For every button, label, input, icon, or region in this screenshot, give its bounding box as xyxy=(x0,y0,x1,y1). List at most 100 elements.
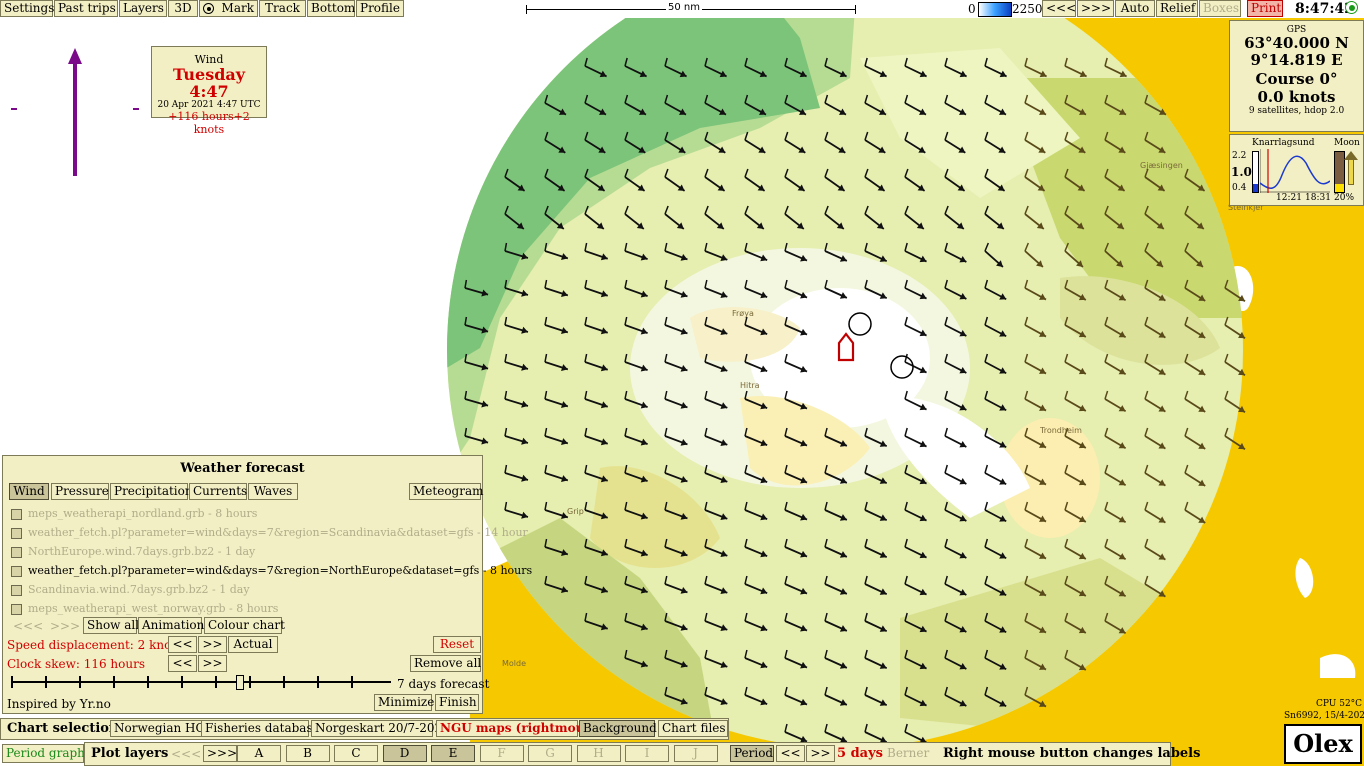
next-file-button[interactable]: >>> xyxy=(50,619,80,633)
layers-button[interactable]: Layers xyxy=(119,0,167,17)
plot-layers-bar: Plot layers <<< >>> ABCDEFGHIJ Period <<… xyxy=(84,742,1200,766)
slider-tick xyxy=(215,676,217,688)
layer-button-a[interactable]: A xyxy=(237,745,281,762)
file-checkbox[interactable] xyxy=(11,603,22,615)
gps-course: Course 0° xyxy=(1255,70,1338,88)
layer-button-d[interactable]: D xyxy=(382,745,427,762)
3d-button[interactable]: 3D xyxy=(168,0,198,17)
skew-decrease-button[interactable]: << xyxy=(168,655,197,672)
animation-button[interactable]: Animation xyxy=(138,617,204,634)
background-button[interactable]: Background xyxy=(579,720,657,737)
slider-handle[interactable] xyxy=(236,675,244,690)
forecast-file-item[interactable]: NorthEurope.wind.7days.grb.bz2 - 1 day xyxy=(11,542,481,561)
file-checkbox[interactable] xyxy=(11,565,22,577)
settings-button[interactable]: Settings xyxy=(0,0,54,17)
period-decrease-button[interactable]: << xyxy=(776,745,805,762)
layer-button-b[interactable]: B xyxy=(285,745,330,762)
past-trips-button[interactable]: Past trips xyxy=(54,0,118,17)
wind-time-box: Wind Tuesday 4:47 20 Apr 2021 4:47 UTC +… xyxy=(151,46,267,136)
profile-button[interactable]: Profile xyxy=(356,0,404,17)
tab-precipitation[interactable]: Precipitation xyxy=(110,483,193,500)
tide-bar xyxy=(1252,151,1259,193)
file-checkbox[interactable] xyxy=(11,508,22,520)
mark-button[interactable]: Mark xyxy=(199,0,258,17)
layer-button-f[interactable]: F xyxy=(479,745,524,762)
forecast-file-item[interactable]: Scandinavia.wind.7days.grb.bz2 - 1 day xyxy=(11,580,481,599)
tab-wind[interactable]: Wind xyxy=(9,483,49,500)
remove-all-button[interactable]: Remove all xyxy=(410,655,481,672)
show-all-button[interactable]: Show all xyxy=(83,617,139,634)
chart-selection-bar: Chart selection Norwegian HO Fisheries d… xyxy=(0,718,729,740)
file-checkbox[interactable] xyxy=(11,527,22,539)
file-name: weather_fetch.pl?parameter=wind&days=7&r… xyxy=(28,564,533,577)
colour-chart-button[interactable]: Colour chart xyxy=(204,617,285,634)
wind-time: Tuesday 4:47 xyxy=(172,65,246,101)
ngu-maps-button[interactable]: NGU maps (rightmouse!) xyxy=(436,720,610,737)
layer-button-h[interactable]: H xyxy=(576,745,621,762)
finish-button[interactable]: Finish xyxy=(435,694,479,711)
layer-button-g[interactable]: G xyxy=(528,745,572,762)
slider-tick xyxy=(11,676,13,688)
place-label: Frøya xyxy=(732,309,754,318)
meteogram-button[interactable]: Meteogram xyxy=(409,483,484,500)
norgeskart-button[interactable]: Norgeskart 20/7-2020 xyxy=(311,720,450,737)
layers-prev-button[interactable]: <<< xyxy=(171,747,201,761)
target-icon xyxy=(203,3,214,14)
period-graph-button[interactable]: Period graph xyxy=(2,744,85,763)
layer-button-i[interactable]: I xyxy=(625,745,669,762)
tide-min: 0.4 xyxy=(1232,183,1247,193)
chart-files-button[interactable]: Chart files xyxy=(658,720,728,737)
auto-button[interactable]: Auto xyxy=(1115,0,1155,17)
fisheries-database-button[interactable]: Fisheries database xyxy=(201,720,320,737)
place-label: Trondheim xyxy=(1039,426,1082,435)
reset-button[interactable]: Reset xyxy=(433,636,481,653)
actual-button[interactable]: Actual xyxy=(228,636,278,653)
tab-currents[interactable]: Currents xyxy=(189,483,247,500)
tide-curve xyxy=(1260,149,1330,193)
file-checkbox[interactable] xyxy=(11,584,22,596)
period-button[interactable]: Period xyxy=(730,745,774,762)
speed-decrease-button[interactable]: << xyxy=(168,636,197,653)
file-name: weather_fetch.pl?parameter=wind&days=7&r… xyxy=(28,526,528,539)
place-label: Hitra xyxy=(740,381,760,390)
slider-tick xyxy=(317,676,319,688)
berner-label[interactable]: Berner xyxy=(887,746,929,760)
gps-panel[interactable]: GPS 63°40.000 N 9°14.819 E Course 0° 0.0… xyxy=(1229,20,1364,132)
print-button[interactable]: Print xyxy=(1247,0,1283,17)
skew-increase-button[interactable]: >> xyxy=(198,655,227,672)
bottom-button[interactable]: Bottom xyxy=(307,0,355,17)
norwegian-ho-button[interactable]: Norwegian HO xyxy=(110,720,205,737)
place-label: Gjæsingen xyxy=(1140,161,1183,170)
logo-text: Olex xyxy=(1293,729,1353,758)
layer-button-e[interactable]: E xyxy=(431,745,475,762)
slider-tick xyxy=(283,676,285,688)
depth-prev-button[interactable]: <<< xyxy=(1042,0,1076,17)
forecast-file-item[interactable]: weather_fetch.pl?parameter=wind&days=7&r… xyxy=(11,561,532,580)
gps-satellites: 9 satellites, hdop 2.0 xyxy=(1248,106,1345,116)
relief-button[interactable]: Relief xyxy=(1156,0,1198,17)
plot-layers-title: Plot layers xyxy=(91,746,169,761)
forecast-file-item[interactable]: weather_fetch.pl?parameter=wind&days=7&r… xyxy=(11,523,528,542)
tab-waves[interactable]: Waves xyxy=(248,483,298,500)
tab-pressure[interactable]: Pressure xyxy=(51,483,109,500)
minimize-button[interactable]: Minimize xyxy=(374,694,434,711)
file-checkbox[interactable] xyxy=(11,546,22,558)
forecast-file-item[interactable]: meps_weatherapi_west_norway.grb - 8 hour… xyxy=(11,599,481,618)
boxes-button[interactable]: Boxes xyxy=(1199,0,1241,17)
period-increase-button[interactable]: >> xyxy=(806,745,835,762)
olex-logo: Olex xyxy=(1284,724,1362,764)
layer-button-j[interactable]: J xyxy=(673,745,718,762)
file-name: Scandinavia.wind.7days.grb.bz2 - 1 day xyxy=(28,583,250,596)
track-button[interactable]: Track xyxy=(259,0,306,17)
layers-next-button[interactable]: >>> xyxy=(203,745,237,762)
forecast-file-item[interactable]: meps_weatherapi_nordland.grb - 8 hours xyxy=(11,504,481,523)
wind-direction-indicator xyxy=(0,40,150,180)
speed-displacement: Speed displacement: 2 knots xyxy=(7,638,183,652)
prev-file-button[interactable]: <<< xyxy=(13,619,43,633)
depth-next-button[interactable]: >>> xyxy=(1077,0,1114,17)
depth-colour-scale[interactable] xyxy=(978,2,1012,17)
layer-button-c[interactable]: C xyxy=(334,745,378,762)
forecast-time-slider[interactable] xyxy=(11,674,391,690)
tide-panel[interactable]: Knarrlagsund Moon 2.2 1.0 0.4 12:21 18:3… xyxy=(1229,134,1364,206)
speed-increase-button[interactable]: >> xyxy=(198,636,227,653)
